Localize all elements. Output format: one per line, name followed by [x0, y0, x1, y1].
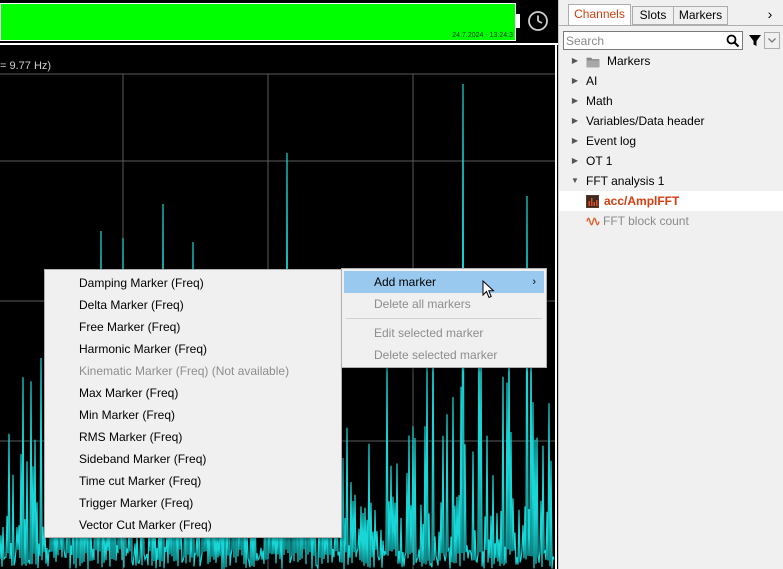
top-divider [0, 43, 558, 45]
expand-arrow-icon[interactable]: ▶ [570, 71, 580, 91]
tab-markers[interactable]: Markers [673, 6, 728, 25]
tree-item-label: Markers [607, 54, 651, 68]
tree-item-math[interactable]: ▶ Math [559, 91, 783, 111]
expand-arrow-icon[interactable]: ▶ [570, 131, 580, 151]
menu-item-add-marker[interactable]: Add marker › [344, 271, 544, 299]
chevron-right-icon: › [532, 276, 536, 288]
expand-arrow-icon[interactable]: ▶ [570, 111, 580, 131]
search-input[interactable] [566, 33, 721, 48]
search-row [563, 31, 781, 51]
context-menu: Add marker › Delete all markers Edit sel… [341, 268, 547, 368]
tree-item-label: Math [586, 94, 613, 108]
menu-item-label: Add marker [374, 275, 437, 289]
chevron-right-icon[interactable]: › [762, 6, 778, 24]
menu-item-free-marker[interactable]: Free Marker (Freq) [45, 316, 341, 338]
menu-item-vector-cut-marker[interactable]: Vector Cut Marker (Freq) [45, 514, 341, 536]
menu-item-edit-selected-marker: Edit selected marker [374, 326, 484, 340]
panel-tabs: Channels Slots Markers › [559, 0, 783, 28]
menu-item-damping-marker[interactable]: Damping Marker (Freq) [45, 272, 341, 294]
tree-item-event-log[interactable]: ▶ Event log [559, 131, 783, 151]
menu-item-delete-all-markers: Delete all markers [374, 297, 471, 311]
tree-item-label: FFT analysis 1 [586, 174, 665, 188]
menu-item-harmonic-marker[interactable]: Harmonic Marker (Freq) [45, 338, 341, 360]
channel-panel: Channels Slots Markers › Search ▶ Marker… [558, 0, 783, 569]
menu-item-kinematic-marker: Kinematic Marker (Freq) (Not available) [79, 364, 290, 378]
expand-arrow-icon[interactable]: ▶ [570, 91, 580, 111]
clock-icon[interactable] [526, 9, 550, 33]
frequency-resolution-label: = 9.77 Hz) [0, 60, 52, 72]
tree-item-acc-amplfft[interactable]: acc/AmplFFT [559, 191, 783, 211]
tree-item-variables[interactable]: ▶ Variables/Data header [559, 111, 783, 131]
tree-item-label: Event log [586, 134, 637, 148]
tree-item-label: acc/AmplFFT [604, 194, 680, 208]
top-bar: 24.7.2024 - 13:24:3 [0, 0, 558, 45]
search-box [563, 31, 743, 50]
search-icon[interactable] [726, 34, 740, 48]
tab-slots[interactable]: Slots [632, 6, 674, 25]
menu-item-delete-selected-marker: Delete selected marker [374, 348, 498, 362]
menu-separator [346, 318, 542, 319]
tree-item-fft-analysis[interactable]: ▼ FFT analysis 1 [559, 171, 783, 191]
add-marker-submenu: Damping Marker (Freq) Delta Marker (Freq… [44, 269, 342, 538]
plot-border [555, 45, 557, 569]
tree-item-label: AI [586, 74, 598, 88]
menu-item-rms-marker[interactable]: RMS Marker (Freq) [45, 426, 341, 448]
menu-item-sideband-marker[interactable]: Sideband Marker (Freq) [45, 448, 341, 470]
status-bar-handle [516, 14, 520, 28]
tree-item-ai[interactable]: ▶ AI [559, 71, 783, 91]
waveform-icon [586, 214, 600, 234]
menu-item-max-marker[interactable]: Max Marker (Freq) [45, 382, 341, 404]
menu-item-trigger-marker[interactable]: Trigger Marker (Freq) [45, 492, 341, 514]
status-timestamp: 24.7.2024 - 13:24:3 [452, 32, 513, 39]
expand-arrow-icon[interactable]: ▶ [570, 51, 580, 71]
tree-item-label: FFT block count [603, 214, 689, 228]
tree-item-markers[interactable]: ▶ Markers [559, 51, 783, 71]
expand-arrow-icon[interactable]: ▶ [570, 151, 580, 171]
chevron-down-icon[interactable] [764, 32, 780, 49]
tree-item-label: Variables/Data header [586, 114, 705, 128]
menu-item-time-cut-marker[interactable]: Time cut Marker (Freq) [45, 470, 341, 492]
tree-item-label: OT 1 [586, 154, 613, 168]
tree-item-ot1[interactable]: ▶ OT 1 [559, 151, 783, 171]
tab-channels[interactable]: Channels [568, 4, 631, 26]
menu-item-min-marker[interactable]: Min Marker (Freq) [45, 404, 341, 426]
filter-icon[interactable] [747, 32, 763, 49]
channel-tree: ▶ Markers ▶ AI ▶ Math ▶ Variables/Data h… [559, 51, 783, 231]
status-bar: 24.7.2024 - 13:24:3 [0, 3, 516, 41]
tree-item-fft-block-count[interactable]: FFT block count [559, 211, 783, 231]
menu-item-delta-marker[interactable]: Delta Marker (Freq) [45, 294, 341, 316]
collapse-arrow-icon[interactable]: ▼ [570, 171, 580, 191]
tabs-divider [559, 25, 783, 26]
